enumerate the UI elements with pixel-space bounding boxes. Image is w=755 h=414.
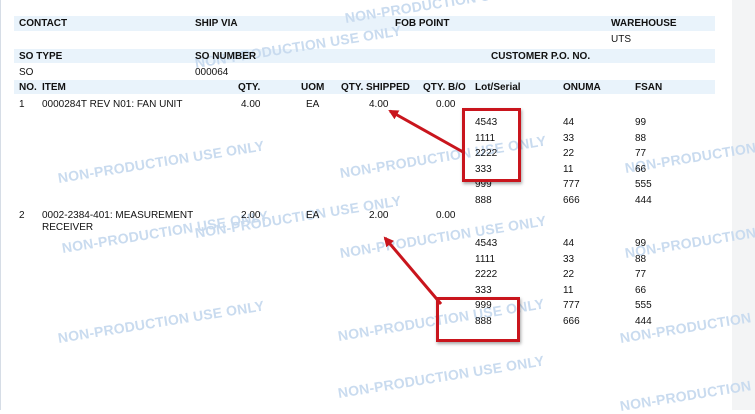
- arrow-to-shipped-qty-2: [383, 236, 443, 305]
- highlight-box-serials-1: [462, 108, 521, 182]
- arrow-to-shipped-qty-1: [388, 109, 464, 154]
- annotation-arrows: [383, 109, 464, 305]
- highlight-box-serials-2: [436, 297, 520, 342]
